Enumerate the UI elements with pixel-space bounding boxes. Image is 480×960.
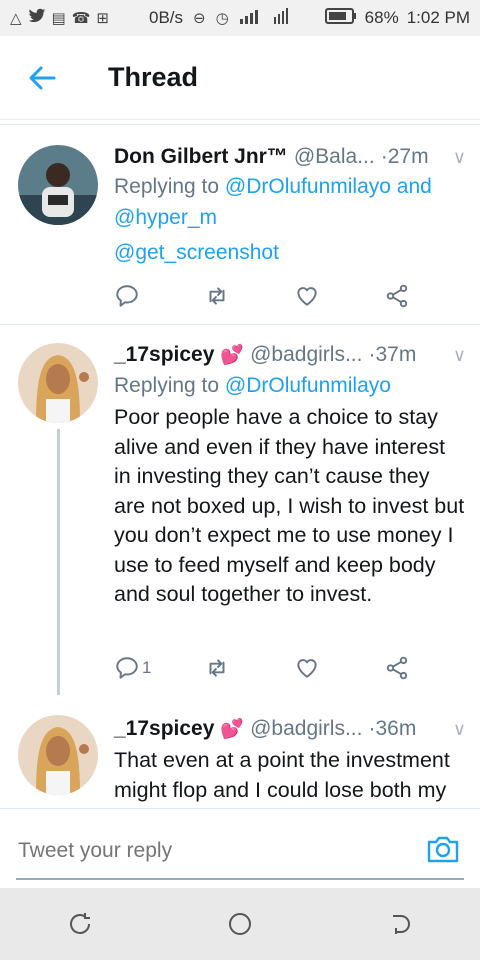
author-handle: @badgirls...: [250, 343, 363, 366]
tweet-actions: 1: [114, 653, 474, 683]
replying-to: Replying to @DrOlufunmilayo and: [114, 171, 466, 202]
whatsapp-icon: ☎: [71, 10, 91, 27]
camera-icon[interactable]: [426, 833, 460, 865]
reply-composer: [0, 808, 480, 888]
gallery-icon: ▤: [51, 10, 66, 27]
mention-link[interactable]: @DrOlufunmilayo: [225, 374, 391, 397]
retweet-icon: [209, 287, 225, 305]
data-speed: 0B/s: [149, 8, 184, 27]
author-name[interactable]: Don Gilbert Jnr™: [114, 143, 288, 171]
like-button[interactable]: [294, 653, 384, 683]
chevron-down-icon[interactable]: ∨: [445, 143, 466, 171]
author-handle: @badgirls...: [250, 717, 363, 740]
system-nav-bar: [0, 888, 480, 960]
clock: 1:02 PM: [406, 8, 470, 27]
chevron-down-icon[interactable]: ∨: [445, 341, 466, 369]
author-handle: @Bala...: [293, 145, 375, 168]
retweet-button[interactable]: [204, 653, 294, 683]
tweet-text: Poor people have a choice to stay alive …: [114, 405, 465, 606]
tweet-time: ·37m: [368, 343, 417, 366]
battery-percent: 68%: [364, 8, 399, 27]
tweet-3[interactable]: _17spicey 💕 @badgirls... ·36m ∨ That eve…: [0, 701, 480, 808]
plus-badge-icon: ⊞: [96, 10, 109, 27]
avatar[interactable]: [18, 715, 98, 795]
tweet-1[interactable]: Don Gilbert Jnr™ @Bala... ·27m ∨ Replyin…: [0, 125, 480, 323]
app-header: Thread: [0, 36, 480, 120]
alert-triangle-icon: △: [10, 10, 22, 27]
back-arrow-icon[interactable]: [22, 58, 62, 98]
reply-icon: [116, 285, 138, 307]
author-name[interactable]: _17spicey: [114, 341, 214, 369]
chevron-down-icon[interactable]: ∨: [445, 715, 466, 743]
replying-to-cont: @get_screenshot: [114, 237, 466, 268]
share-button[interactable]: [384, 653, 474, 683]
status-bar: △ ▤ ☎ ⊞ 0B/s ⊖ ◷ 68% 1:02 PM: [0, 0, 480, 36]
share-icon: [386, 656, 408, 680]
tweet-2[interactable]: _17spicey 💕 @badgirls... ·37m ∨ Replying…: [0, 325, 480, 701]
heart-icon: [297, 659, 317, 678]
thread-connector: [57, 429, 60, 695]
reply-input[interactable]: [18, 833, 418, 869]
share-icon: [386, 284, 408, 308]
signal-icon: [239, 8, 263, 28]
retweet-icon: [209, 659, 225, 677]
signal-hplus-icon: [273, 8, 289, 28]
alarm-icon: ◷: [215, 10, 229, 27]
input-underline: [16, 878, 464, 880]
replying-prefix: Replying to: [114, 175, 225, 198]
replying-to-cont: @hyper_m: [114, 202, 466, 233]
share-button[interactable]: [384, 281, 474, 311]
mention-link[interactable]: @get_screenshot: [114, 241, 279, 264]
twitter-icon: [28, 8, 46, 28]
battery-icon: [324, 7, 357, 29]
retweet-button[interactable]: [204, 281, 294, 311]
author-name[interactable]: _17spicey: [114, 715, 214, 743]
home-button[interactable]: [210, 899, 270, 949]
two-hearts-emoji: 💕: [220, 719, 245, 740]
reply-button[interactable]: 1: [114, 653, 204, 683]
mention-link[interactable]: @DrOlufunmilayo and: [225, 175, 432, 198]
two-hearts-emoji: 💕: [220, 345, 245, 366]
tweet-header: _17spicey 💕 @badgirls... ·37m ∨: [114, 341, 466, 370]
notification-icons: △ ▤ ☎ ⊞: [10, 8, 109, 28]
tweet-time: ·36m: [368, 717, 417, 740]
do-not-disturb-icon: ⊖: [193, 10, 206, 27]
avatar[interactable]: [18, 343, 98, 423]
tweet-text: That even at a point the investment migh…: [114, 748, 450, 802]
recent-apps-button[interactable]: [50, 899, 110, 949]
replying-prefix: Replying to: [114, 374, 225, 397]
avatar[interactable]: [18, 145, 98, 225]
tweet-header: _17spicey 💕 @badgirls... ·36m ∨: [114, 715, 466, 744]
tweet-header: Don Gilbert Jnr™ @Bala... ·27m ∨: [114, 143, 466, 171]
tweet-actions: [114, 281, 474, 311]
replying-to: Replying to @DrOlufunmilayo: [114, 370, 466, 401]
reply-count: 1: [142, 658, 152, 677]
reply-icon: [116, 657, 138, 679]
back-button[interactable]: [370, 899, 430, 949]
page-title: Thread: [108, 62, 199, 92]
tweet-time: ·27m: [380, 145, 429, 168]
mention-link[interactable]: @hyper_m: [114, 206, 217, 229]
like-button[interactable]: [294, 281, 384, 311]
reply-button[interactable]: [114, 281, 204, 311]
heart-icon: [297, 287, 317, 306]
